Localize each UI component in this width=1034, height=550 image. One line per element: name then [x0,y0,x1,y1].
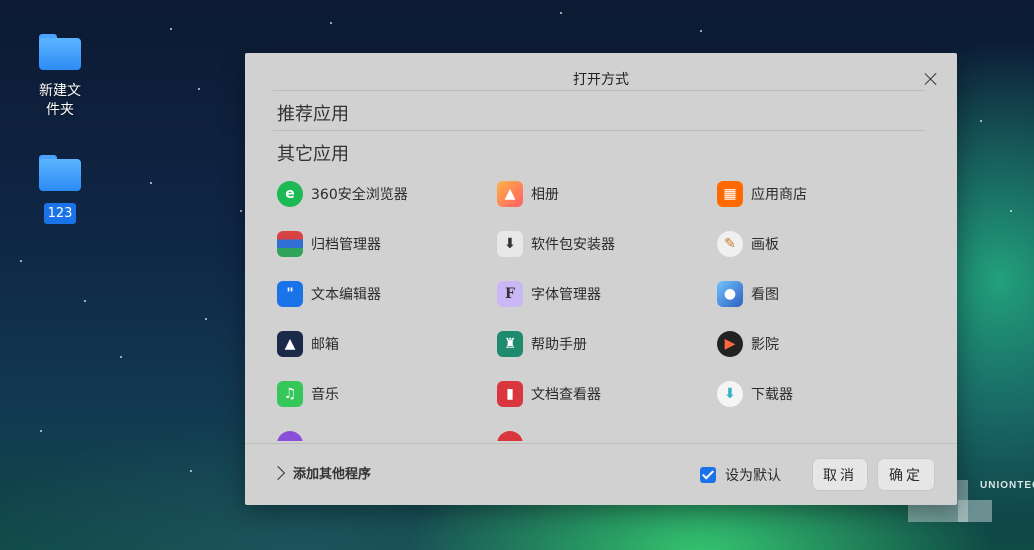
mail-icon: ▲ [277,331,303,357]
title-divider [273,90,925,91]
app-item-help-manual[interactable]: ♜ 帮助手册 [497,329,707,359]
app-item-font-manager[interactable]: F 字体管理器 [497,279,707,309]
app-item-partial[interactable] [497,429,707,441]
app-item-app-store[interactable]: ▦ 应用商店 [717,179,927,209]
confirm-button[interactable]: 确定 [877,458,935,491]
package-icon: ⬇ [497,231,523,257]
paint-icon: ✎ [717,231,743,257]
album-icon: ▲ [497,181,523,207]
app-item-document-viewer[interactable]: ▮ 文档查看器 [497,379,707,409]
manual-icon: ♜ [497,331,523,357]
dialog-title: 打开方式 [573,72,629,88]
archive-icon [277,231,303,257]
app-item-360-browser[interactable]: e 360安全浏览器 [277,179,487,209]
close-icon[interactable] [921,69,941,89]
desktop-folder-new[interactable]: 新建文 件夹 [20,34,100,120]
app-item-package-installer[interactable]: ⬇ 软件包安装器 [497,229,707,259]
app-item-album[interactable]: ▲ 相册 [497,179,707,209]
section-divider [273,130,925,131]
app-item-downloader[interactable]: ⬇ 下载器 [717,379,927,409]
footer-divider [245,443,957,444]
add-other-programs-button[interactable]: 添加其他程序 [270,463,371,482]
app-item-music[interactable]: ♫ 音乐 [277,379,487,409]
section-other: 其它应用 [277,144,349,165]
app-icon [497,431,523,441]
chevron-right-icon [270,465,286,480]
app-item-movie[interactable]: ▶ 影院 [717,329,927,359]
app-item-partial[interactable] [277,429,487,441]
app-item-text-editor[interactable]: " 文本编辑器 [277,279,487,309]
app-grid: e 360安全浏览器 ▲ 相册 ▦ 应用商店 归档管理器 ⬇ 软件包安装器 ✎ … [277,177,937,441]
store-icon: ▦ [717,181,743,207]
desktop-item-label: 新建文 件夹 [39,83,81,118]
font-icon: F [497,281,523,307]
section-recommended: 推荐应用 [277,104,349,125]
movie-icon: ▶ [717,331,743,357]
browser-icon: e [277,181,303,207]
app-item-mail[interactable]: ▲ 邮箱 [277,329,487,359]
app-item-paint[interactable]: ✎ 画板 [717,229,927,259]
folder-icon [39,155,81,191]
desktop-folder-123[interactable]: 123 [20,155,100,224]
text-editor-icon: " [277,281,303,307]
downloader-icon: ⬇ [717,381,743,407]
image-viewer-icon: ● [717,281,743,307]
app-item-archive-manager[interactable]: 归档管理器 [277,229,487,259]
music-icon: ♫ [277,381,303,407]
desktop-item-label: 123 [43,203,77,224]
folder-icon [39,34,81,70]
open-with-dialog: 打开方式 推荐应用 其它应用 e 360安全浏览器 ▲ 相册 ▦ 应用商店 归档… [245,53,957,505]
checkbox-checked-icon [700,467,716,483]
app-icon [277,431,303,441]
set-default-checkbox[interactable]: 设为默认 [700,465,781,485]
app-item-image-viewer[interactable]: ● 看图 [717,279,927,309]
cancel-button[interactable]: 取消 [812,458,868,491]
document-viewer-icon: ▮ [497,381,523,407]
